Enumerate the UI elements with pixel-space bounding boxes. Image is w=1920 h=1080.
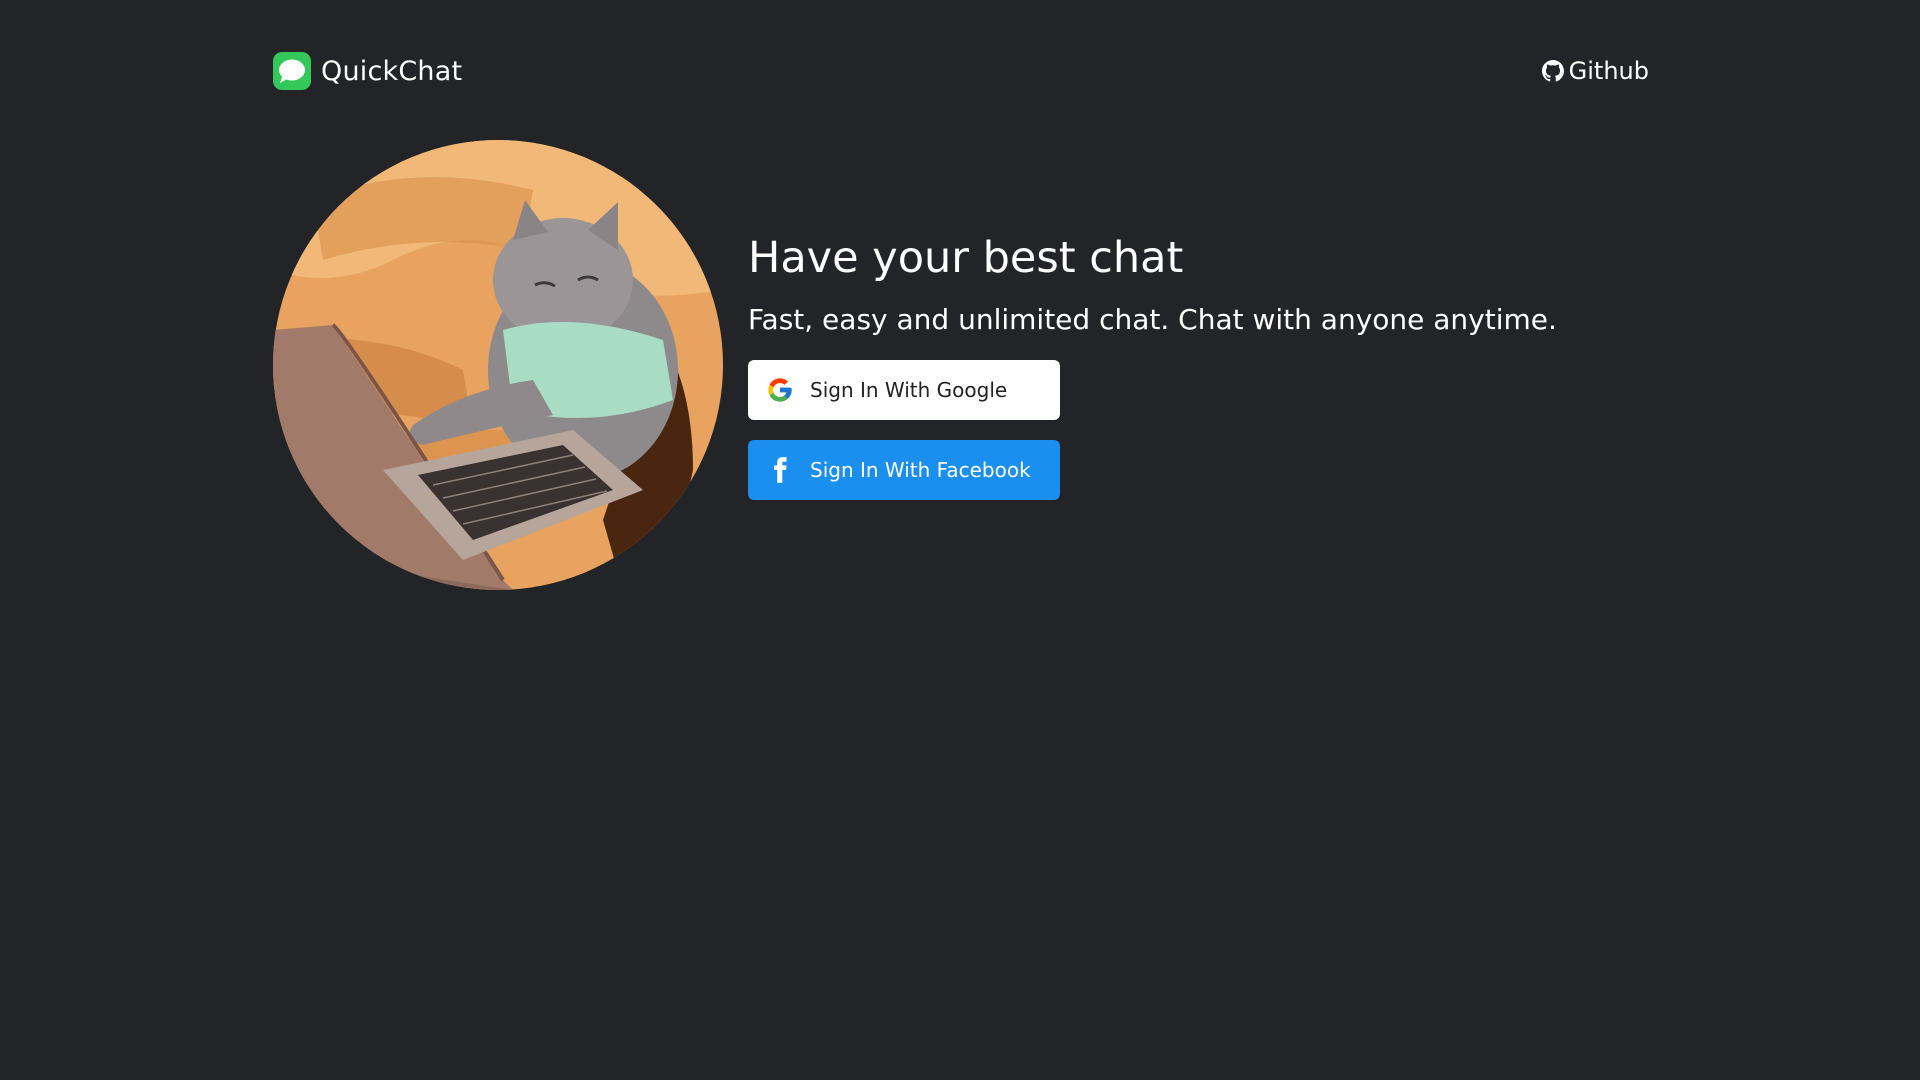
github-icon: [1541, 60, 1564, 82]
hero-title: Have your best chat: [748, 233, 1184, 283]
hero-content: Have your best chat Fast, easy and unlim…: [748, 226, 1648, 500]
hero-subtitle: Fast, easy and unlimited chat. Chat with…: [748, 303, 1557, 336]
brand-name: QuickChat: [321, 55, 463, 87]
brand-link[interactable]: QuickChat: [273, 50, 462, 92]
hero-cat-image: [273, 140, 723, 590]
facebook-button-label: Sign In With Facebook: [810, 458, 1031, 482]
google-icon: [766, 376, 794, 404]
github-label: Github: [1568, 57, 1649, 85]
top-navbar: QuickChat Github: [273, 50, 1649, 92]
facebook-icon: [766, 456, 794, 484]
github-link[interactable]: Github: [1541, 50, 1649, 92]
sign-in-facebook-button[interactable]: Sign In With Facebook: [748, 440, 1060, 500]
sign-in-google-button[interactable]: Sign In With Google: [748, 360, 1060, 420]
chat-bubble-icon: [273, 52, 311, 90]
google-button-label: Sign In With Google: [810, 378, 1008, 402]
